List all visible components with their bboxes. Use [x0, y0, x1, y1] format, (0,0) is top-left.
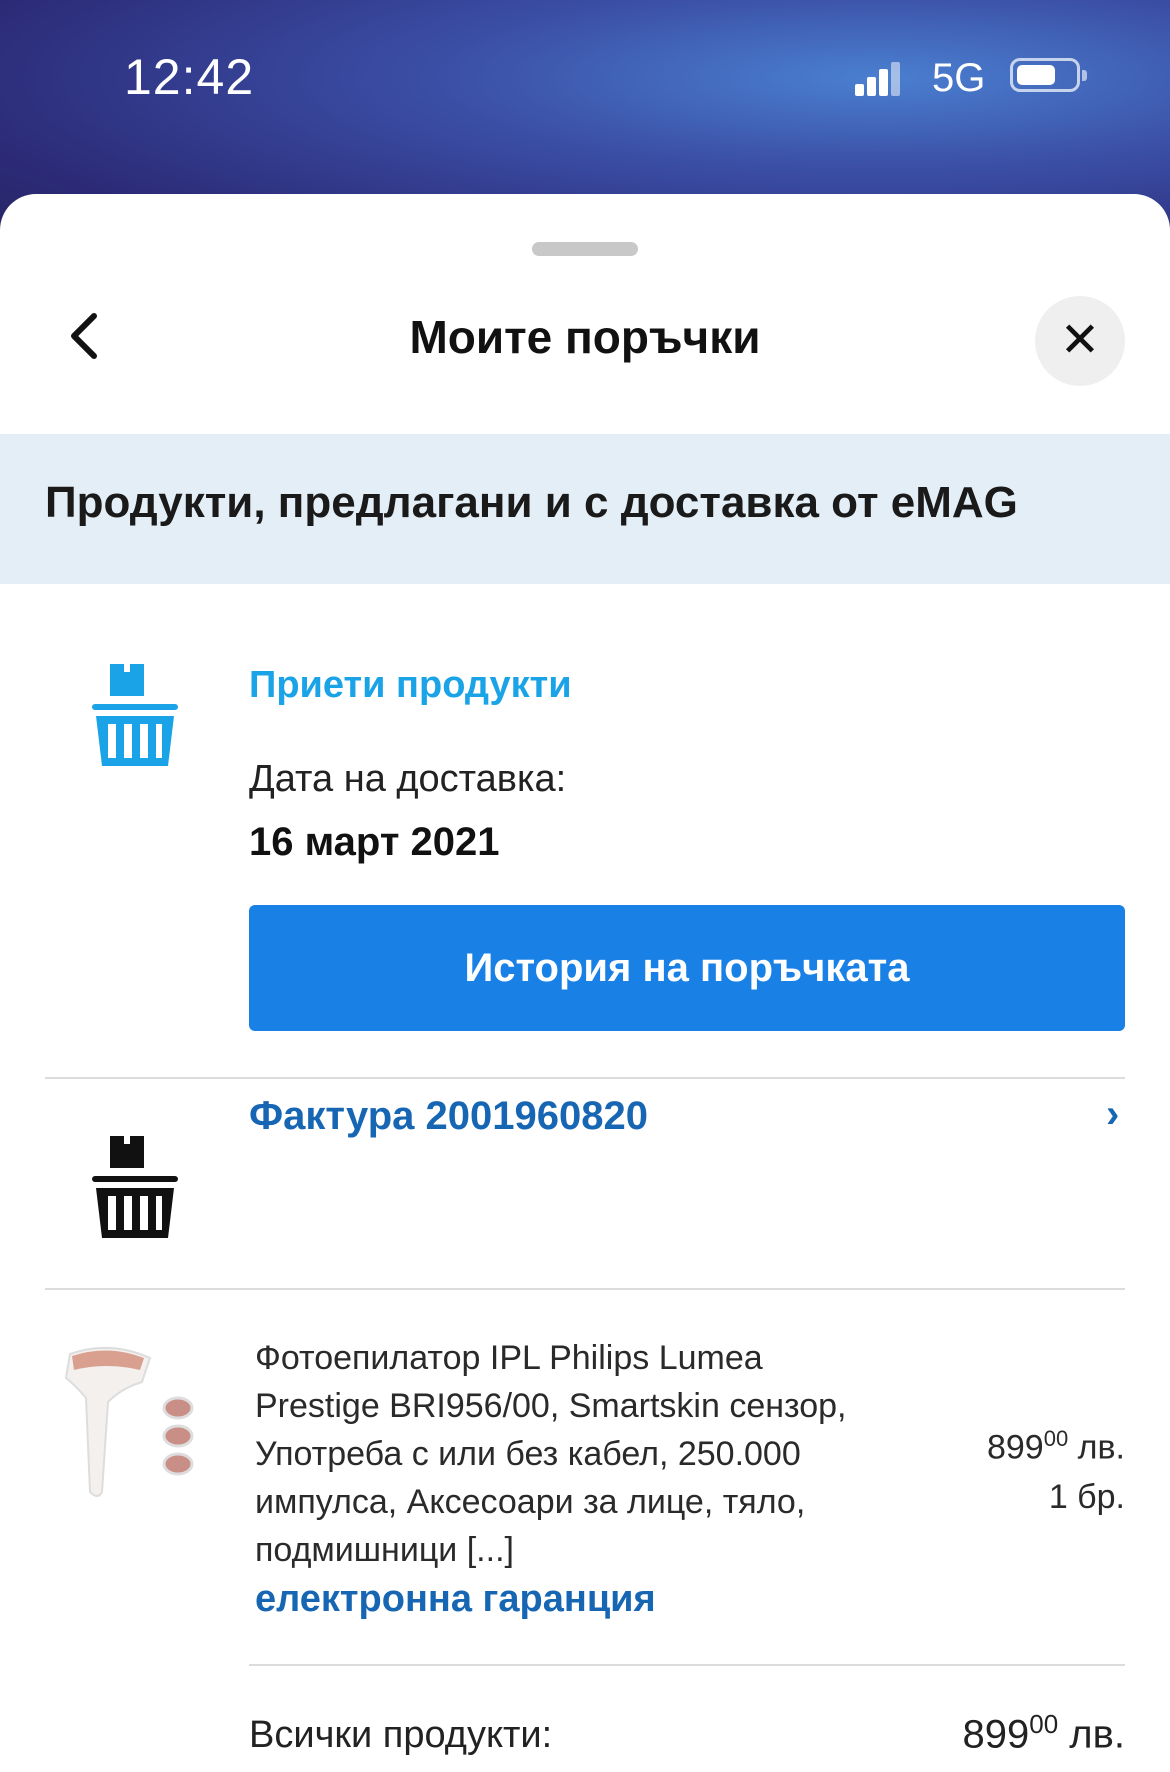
- page-title: Моите поръчки: [409, 311, 761, 363]
- status-bar: 12:42 5G: [0, 0, 1170, 150]
- total-price: 89900 лв.: [963, 1709, 1126, 1757]
- product-quantity: 1 бр.: [1048, 1478, 1125, 1516]
- warranty-link[interactable]: електронна гаранция: [255, 1578, 656, 1621]
- sheet-drag-handle[interactable]: [532, 242, 638, 256]
- divider: [249, 1664, 1125, 1666]
- all-products-label: Всички продукти:: [249, 1714, 553, 1756]
- price-main: 899: [986, 1428, 1044, 1467]
- invoice-link[interactable]: Фактура 2001960820: [249, 1094, 648, 1139]
- divider: [45, 1288, 1125, 1290]
- product-thumbnail[interactable]: [60, 1334, 210, 1504]
- total-main: 899: [962, 1712, 1030, 1757]
- price-currency: лв.: [1077, 1428, 1125, 1467]
- order-status-label: Приети продукти: [249, 664, 572, 706]
- total-cents: 00: [1029, 1709, 1059, 1739]
- battery-icon: [1010, 58, 1087, 92]
- delivery-date-value: 16 март 2021: [249, 820, 500, 864]
- total-currency: лв.: [1069, 1712, 1125, 1757]
- delivery-date-label: Дата на доставка:: [249, 758, 567, 800]
- network-type: 5G: [932, 56, 986, 100]
- close-button[interactable]: ✕: [1035, 296, 1125, 386]
- chevron-right-icon[interactable]: ›: [1106, 1092, 1119, 1137]
- status-time: 12:42: [124, 49, 255, 105]
- signal-icon: [855, 60, 901, 96]
- basket-icon: [92, 664, 178, 766]
- seller-banner: Продукти, предлагани и с доставка от eMA…: [0, 434, 1170, 584]
- orders-sheet: Моите поръчки ✕ Продукти, предлагани и с…: [0, 194, 1170, 1772]
- close-icon: ✕: [1059, 314, 1101, 367]
- product-price: 89900 лв.: [987, 1426, 1125, 1467]
- price-cents: 00: [1043, 1426, 1069, 1451]
- seller-banner-text: Продукти, предлагани и с доставка от eMA…: [45, 478, 1018, 527]
- divider: [45, 1077, 1125, 1079]
- basket-icon: [92, 1136, 178, 1238]
- product-name[interactable]: Фотоепилатор IPL Philips Lumea Prestige …: [255, 1334, 855, 1574]
- order-history-button[interactable]: История на поръчката: [249, 905, 1125, 1031]
